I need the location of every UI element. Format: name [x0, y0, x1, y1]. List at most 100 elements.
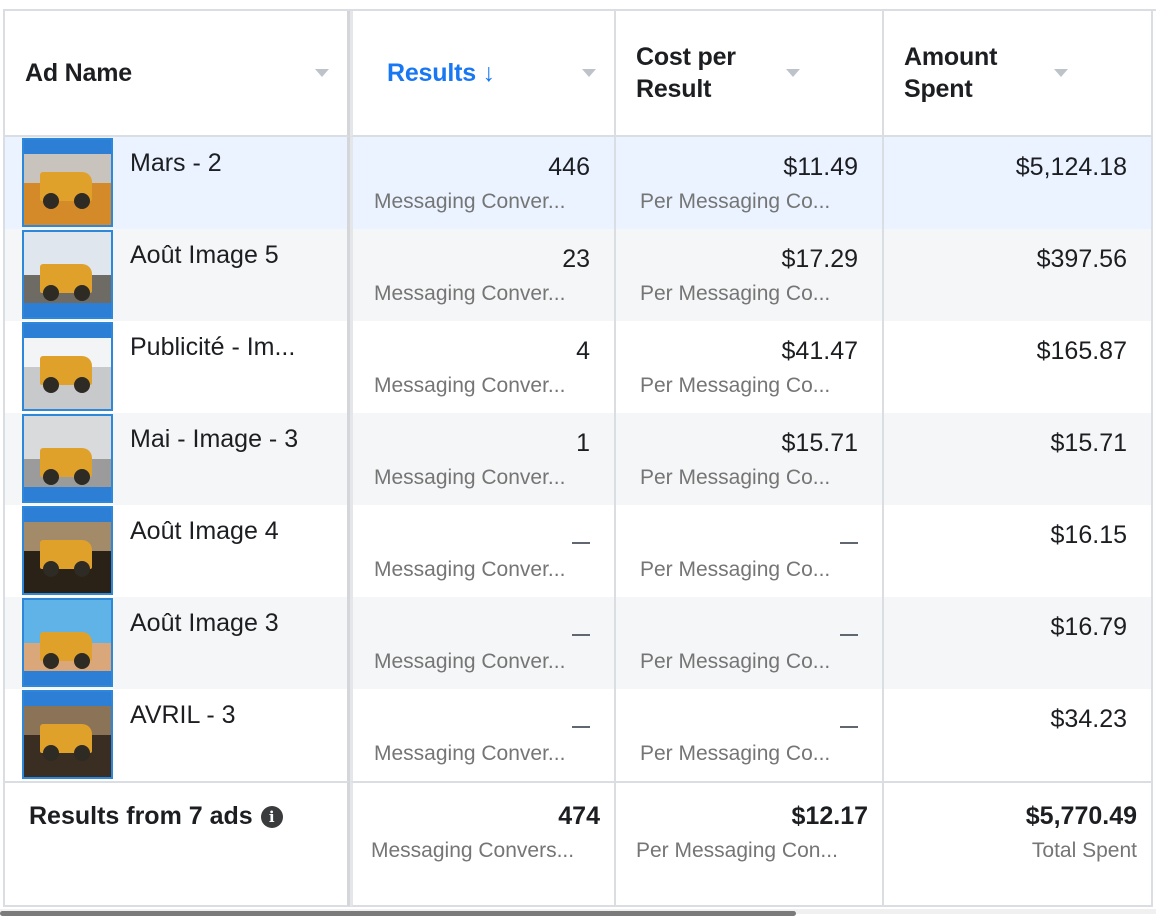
- cost-per-result-value: [616, 520, 858, 550]
- ad-name-cell[interactable]: AVRIL - 3: [5, 689, 350, 781]
- ad-name[interactable]: Mars - 2: [130, 148, 222, 178]
- results-label: Messaging Conver...: [374, 558, 566, 581]
- thumbnail-wheel: [43, 744, 60, 761]
- thumbnail-wheel: [43, 376, 60, 393]
- column-header-cost-per-result[interactable]: Cost per Result: [616, 11, 884, 137]
- info-icon[interactable]: i: [260, 806, 283, 828]
- ad-name-cell[interactable]: Août Image 4: [5, 505, 350, 597]
- empty-value-dash: [572, 542, 590, 545]
- column-header-amount-spent[interactable]: Amount Spent: [884, 11, 1153, 137]
- summary-results-label: Messaging Convers...: [371, 839, 575, 862]
- results-label: Messaging Conver...: [374, 190, 566, 213]
- results-value: [353, 704, 590, 734]
- thumbnail-wheel: [43, 560, 60, 577]
- ad-name[interactable]: Publicité - Im...: [130, 332, 295, 362]
- summary-results-cell: 474 Messaging Convers...: [350, 781, 616, 907]
- ad-thumbnail-truck[interactable]: [22, 230, 113, 319]
- thumbnail-banner: [24, 508, 111, 522]
- results-label: Messaging Conver...: [374, 742, 566, 765]
- results-cell: 1 Messaging Conver...: [350, 413, 616, 505]
- amount-spent-value: $16.15: [1050, 521, 1127, 549]
- table-header: Ad Name Results ↓ Cost per Result Amount…: [5, 11, 1156, 137]
- cost-per-result-label: Per Messaging Co...: [640, 742, 831, 765]
- amount-spent-value: $15.71: [1050, 429, 1127, 457]
- column-menu-caret-icon[interactable]: [786, 69, 800, 77]
- table-row[interactable]: Mai - Image - 3 1 Messaging Conver... $1…: [5, 413, 1156, 505]
- ad-name-cell[interactable]: Août Image 3: [5, 597, 350, 689]
- ad-name[interactable]: AVRIL - 3: [130, 700, 236, 730]
- amount-spent-cell: $165.87: [884, 321, 1153, 413]
- summary-label-cell: Results from 7 ads i: [5, 781, 350, 907]
- summary-cost-label: Per Messaging Con...: [636, 839, 838, 862]
- ad-name[interactable]: Août Image 4: [130, 516, 279, 546]
- empty-value-dash: [840, 542, 858, 545]
- ad-thumbnail-bulldozer-orange[interactable]: [22, 138, 113, 227]
- amount-spent-value: $397.56: [1036, 245, 1127, 273]
- column-header-label: Cost per Result: [636, 41, 786, 105]
- amount-spent-cell: $15.71: [884, 413, 1153, 505]
- cost-per-result-cell: $15.71 Per Messaging Co...: [616, 413, 884, 505]
- thumbnail-banner: [24, 692, 111, 706]
- ad-name-cell[interactable]: Mai - Image - 3: [5, 413, 350, 505]
- thumbnail-wheel: [43, 284, 60, 301]
- thumbnail-banner: [24, 140, 111, 154]
- ad-thumbnail-dump-truck[interactable]: [22, 690, 113, 779]
- empty-value-dash: [840, 634, 858, 637]
- summary-amount-value: $5,770.49: [1025, 802, 1137, 830]
- column-header-ad-name[interactable]: Ad Name: [5, 11, 350, 137]
- summary-cost-cell: $12.17 Per Messaging Con...: [616, 781, 884, 907]
- amount-spent-cell: $34.23: [884, 689, 1153, 781]
- empty-value-dash: [840, 726, 858, 729]
- ad-name-cell[interactable]: Publicité - Im...: [5, 321, 350, 413]
- ad-name-cell[interactable]: Août Image 5: [5, 229, 350, 321]
- summary-amount-cell: $5,770.49 Total Spent: [884, 781, 1153, 907]
- column-header-text: Amount Spent: [904, 43, 998, 103]
- table-row[interactable]: Août Image 4 Messaging Conver... Per Mes…: [5, 505, 1156, 597]
- table-row[interactable]: Août Image 3 Messaging Conver... Per Mes…: [5, 597, 1156, 689]
- column-header-text: Cost per Result: [636, 43, 736, 103]
- summary-row: Results from 7 ads i 474 Messaging Conver…: [5, 781, 1156, 907]
- table-row[interactable]: AVRIL - 3 Messaging Conver... Per Messag…: [5, 689, 1156, 781]
- ad-name-cell[interactable]: Mars - 2: [5, 137, 350, 229]
- ad-thumbnail-wheel-loader[interactable]: [22, 598, 113, 687]
- cost-per-result-cell: $17.29 Per Messaging Co...: [616, 229, 884, 321]
- cost-per-result-label: Per Messaging Co...: [640, 558, 831, 581]
- column-menu-caret-icon[interactable]: [1054, 69, 1068, 77]
- ad-name[interactable]: Août Image 3: [130, 608, 279, 638]
- results-cell: Messaging Conver...: [350, 597, 616, 689]
- empty-value-dash: [572, 634, 590, 637]
- results-value: [353, 520, 590, 550]
- column-menu-caret-icon[interactable]: [315, 69, 329, 77]
- results-label: Messaging Conver...: [374, 374, 566, 397]
- cost-per-result-cell: Per Messaging Co...: [616, 597, 884, 689]
- ad-thumbnail-grader[interactable]: [22, 322, 113, 411]
- ad-thumbnail-excavator[interactable]: [22, 506, 113, 595]
- results-label: Messaging Conver...: [374, 282, 566, 305]
- summary-cost-value: $12.17: [791, 802, 868, 830]
- column-menu-caret-icon[interactable]: [582, 69, 596, 77]
- cost-per-result-label: Per Messaging Co...: [640, 466, 831, 489]
- table-row[interactable]: Mars - 2 446 Messaging Conver... $11.49 …: [5, 137, 1156, 229]
- thumbnail-banner: [24, 324, 111, 338]
- cost-per-result-value: $41.47: [781, 337, 858, 365]
- cost-per-result-value: $17.29: [781, 245, 858, 273]
- ad-name[interactable]: Août Image 5: [130, 240, 279, 270]
- cost-per-result-cell: $41.47 Per Messaging Co...: [616, 321, 884, 413]
- ad-name[interactable]: Mai - Image - 3: [130, 424, 298, 454]
- cost-per-result-label: Per Messaging Co...: [640, 650, 831, 673]
- table-row[interactable]: Août Image 5 23 Messaging Conver... $17.…: [5, 229, 1156, 321]
- cost-per-result-cell: $11.49 Per Messaging Co...: [616, 137, 884, 229]
- amount-spent-cell: $5,124.18: [884, 137, 1153, 229]
- summary-amount-label: Total Spent: [1031, 839, 1137, 862]
- column-header-label: Results ↓: [387, 59, 495, 87]
- column-header-results[interactable]: Results ↓: [350, 11, 616, 137]
- results-cell: Messaging Conver...: [350, 505, 616, 597]
- table-row[interactable]: Publicité - Im... 4 Messaging Conver... …: [5, 321, 1156, 413]
- results-cell: 23 Messaging Conver...: [350, 229, 616, 321]
- results-value: 1: [576, 429, 590, 457]
- results-value: [353, 612, 590, 642]
- cost-per-result-label: Per Messaging Co...: [640, 282, 831, 305]
- ad-thumbnail-loader[interactable]: [22, 414, 113, 503]
- thumbnail-banner: [24, 303, 111, 317]
- table-body: Mars - 2 446 Messaging Conver... $11.49 …: [5, 137, 1156, 781]
